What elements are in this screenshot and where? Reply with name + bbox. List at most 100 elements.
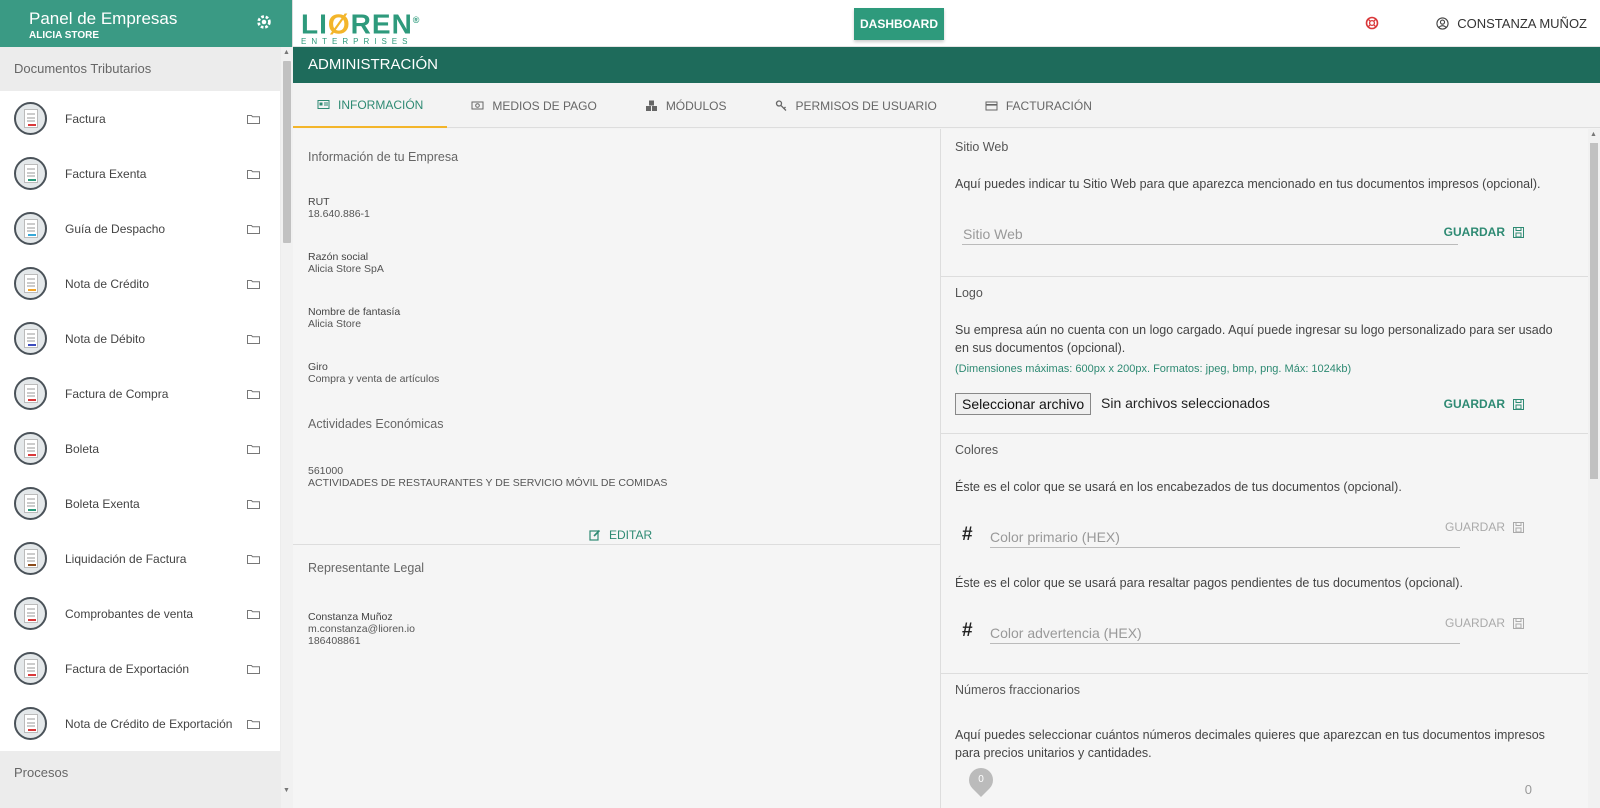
select-file-button[interactable]: Seleccionar archivo <box>955 393 1092 415</box>
nombre-fantasia-value: Alicia Store <box>308 318 362 330</box>
website-input[interactable]: Sitio Web <box>962 223 1458 245</box>
document-icon <box>14 487 47 520</box>
sidebar-item-factura[interactable]: Factura <box>0 91 280 146</box>
sidebar-item-factura-exenta[interactable]: Factura Exenta <box>0 146 280 201</box>
settings-scrollbar[interactable]: ▲ <box>1588 129 1600 808</box>
scroll-down-arrow-icon[interactable]: ▼ <box>283 787 290 794</box>
primary-color-description: Éste es el color que se usará en los enc… <box>955 480 1402 494</box>
sidebar-header: Panel de Empresas ALICIA STORE <box>0 0 292 47</box>
logo-title: Logo <box>955 286 983 300</box>
logo-text-1: LI <box>301 8 328 40</box>
actividad-code: 561000 <box>308 465 344 477</box>
save-label: GUARDAR <box>1443 397 1505 411</box>
tab-label: MEDIOS DE PAGO <box>492 98 597 113</box>
save-label: GUARDAR <box>1444 520 1505 534</box>
tab-label: INFORMACIÓN <box>338 97 424 112</box>
document-icon <box>14 322 47 355</box>
sidebar-item-label: Nota de Débito <box>65 331 146 346</box>
scroll-up-arrow-icon[interactable]: ▲ <box>1590 131 1597 138</box>
representante-title: Representante Legal <box>308 561 425 575</box>
tab-medios-de-pago[interactable]: MEDIOS DE PAGO <box>447 83 620 128</box>
panel-title: Panel de Empresas <box>29 9 178 28</box>
rep-email: m.constanza@lioren.io <box>308 623 415 635</box>
sidebar-item-factura-de-compra[interactable]: Factura de Compra <box>0 366 280 421</box>
folder-icon[interactable] <box>247 279 260 289</box>
folder-icon[interactable] <box>247 609 260 619</box>
folder-icon[interactable] <box>247 499 260 509</box>
sidebar-scroll-thumb[interactable] <box>283 61 291 243</box>
razon-social-value: Alicia Store SpA <box>308 263 384 275</box>
sidebar-item-boleta[interactable]: Boleta <box>0 421 280 476</box>
divider <box>293 544 941 545</box>
sidebar-item-boleta-exenta[interactable]: Boleta Exenta <box>0 476 280 531</box>
folder-icon[interactable] <box>247 719 260 729</box>
settings-scroll-thumb[interactable] <box>1590 143 1598 479</box>
save-website-button[interactable]: GUARDAR <box>1444 225 1524 239</box>
document-icon <box>14 432 47 465</box>
logo-section: Logo Su empresa aún no cuenta con un log… <box>941 277 1588 434</box>
folder-icon[interactable] <box>247 114 260 124</box>
actividades-title: Actividades Económicas <box>308 417 444 431</box>
sidebar-item-label: Liquidación de Factura <box>65 551 187 566</box>
save-label: GUARDAR <box>1444 616 1505 630</box>
decimals-slider-handle[interactable]: 0 <box>964 763 998 797</box>
sidebar-item-label: Boleta <box>65 441 100 456</box>
primary-color-input[interactable]: Color primario (HEX) <box>990 526 1460 548</box>
scroll-up-arrow-icon[interactable]: ▲ <box>283 49 290 56</box>
nombre-fantasia-label: Nombre de fantasía <box>308 306 401 318</box>
user-menu[interactable]: CONSTANZA MUÑOZ <box>1436 16 1587 31</box>
folder-icon[interactable] <box>247 224 260 234</box>
settings-panel[interactable]: Sitio Web Aquí puedes indicar tu Sitio W… <box>941 129 1588 808</box>
warning-color-description: Éste es el color que se usará para resal… <box>955 576 1463 590</box>
save-warning-color-button[interactable]: GUARDAR <box>1445 616 1524 630</box>
company-info-panel: Información de tu Empresa RUT 18.640.886… <box>293 129 941 808</box>
slider-value: 0 <box>978 774 984 785</box>
tab-label: FACTURACIÓN <box>1005 98 1092 113</box>
money-icon <box>471 101 484 109</box>
sidebar-item-factura-de-exportacion[interactable]: Factura de Exportación <box>0 641 280 696</box>
sidebar-item-label: Factura de Exportación <box>65 661 190 676</box>
save-logo-button[interactable]: GUARDAR <box>1444 397 1524 411</box>
tab-informacion[interactable]: INFORMACIÓN <box>293 83 448 128</box>
colors-title: Colores <box>955 443 999 457</box>
folder-icon[interactable] <box>247 169 260 179</box>
sidebar-scrollbar[interactable]: ▲ ▼ <box>281 47 293 808</box>
slider-max-label: 0 <box>1524 782 1532 797</box>
sidebar-item-label: Nota de Crédito de Exportación <box>65 716 233 731</box>
rep-name: Constanza Muñoz <box>308 611 393 623</box>
colors-section: Colores Éste es el color que se usará en… <box>941 434 1588 674</box>
folder-icon[interactable] <box>247 444 260 454</box>
sidebar-scroll[interactable]: Documentos Tributarios Factura Factura Ex… <box>0 47 280 808</box>
folder-icon[interactable] <box>247 664 260 674</box>
admin-title-bar: ADMINISTRACIÓN <box>293 47 1600 83</box>
dashboard-button[interactable]: DASHBOARD <box>854 8 944 40</box>
sidebar-item-comprobantes-de-venta[interactable]: Comprobantes de venta <box>0 586 280 641</box>
document-icon <box>14 707 47 740</box>
sidebar-item-label: Guía de Despacho <box>65 221 166 236</box>
floppy-disk-icon <box>1513 398 1524 410</box>
save-primary-color-button[interactable]: GUARDAR <box>1445 520 1524 534</box>
lioren-logo[interactable]: LIØREN® ENTERPRISES <box>301 6 420 47</box>
sidebar-item-nota-de-credito-de-exportacion[interactable]: Nota de Crédito de Exportación <box>0 696 280 751</box>
sidebar-item-nota-de-debito[interactable]: Nota de Débito <box>0 311 280 366</box>
document-icon <box>14 652 47 685</box>
lifebuoy-help-icon[interactable] <box>1365 16 1379 30</box>
sidebar-item-nota-de-credito[interactable]: Nota de Crédito <box>0 256 280 311</box>
sidebar-item-liquidacion-de-factura[interactable]: Liquidación de Factura <box>0 531 280 586</box>
tab-permisos-de-usuario[interactable]: PERMISOS DE USUARIO <box>751 83 961 128</box>
sidebar-item-guia-de-despacho[interactable]: Guía de Despacho <box>0 201 280 256</box>
warning-color-input[interactable]: Color advertencia (HEX) <box>990 622 1460 644</box>
tab-facturacion[interactable]: FACTURACIÓN <box>961 83 1116 128</box>
folder-icon[interactable] <box>247 554 260 564</box>
sidebar-item-label: Factura <box>65 111 106 126</box>
folder-icon[interactable] <box>247 389 260 399</box>
logo-text-2: REN <box>350 8 413 40</box>
edit-button[interactable]: EDITAR <box>589 528 652 542</box>
gear-icon[interactable] <box>255 13 273 31</box>
folder-icon[interactable] <box>247 334 260 344</box>
sidebar-item-label: Factura Exenta <box>65 166 147 181</box>
sidebar-item-label: Nota de Crédito <box>65 276 150 291</box>
sidebar: Panel de Empresas ALICIA STORE Documento… <box>0 0 293 808</box>
tab-modulos[interactable]: MÓDULOS <box>621 83 751 128</box>
razon-social-label: Razón social <box>308 251 369 263</box>
